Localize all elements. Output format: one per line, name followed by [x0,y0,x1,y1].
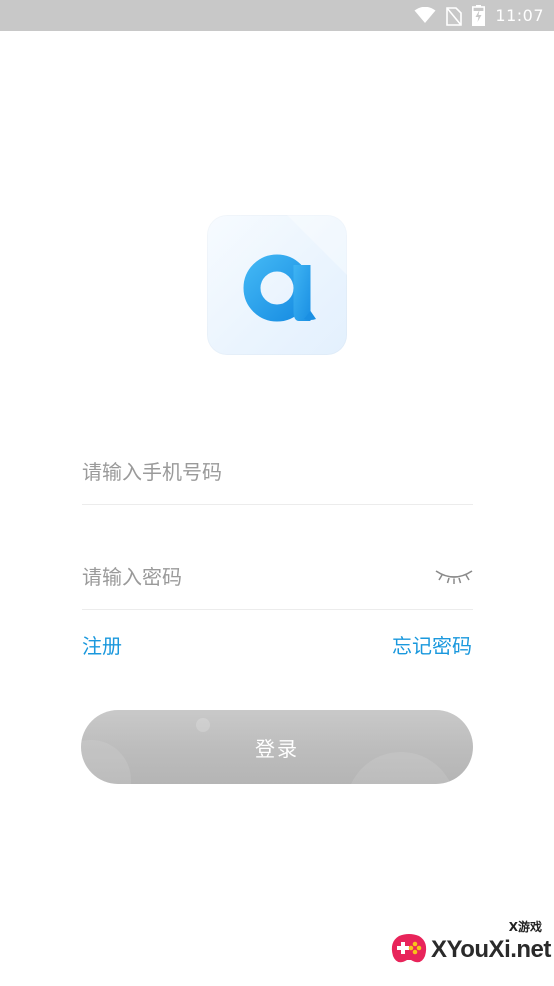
button-decoration [196,718,210,732]
battery-charging-icon [472,5,486,26]
forgot-password-link[interactable]: 忘记密码 [392,630,472,659]
password-field[interactable] [82,545,473,610]
register-link[interactable]: 注册 [82,630,122,659]
watermark-tag: X游戏 [506,918,544,935]
button-decoration [81,740,131,784]
app-logo-a-icon [243,215,347,322]
watermark-text: XYouXi.net [431,936,551,963]
phone-input[interactable] [82,440,412,504]
eye-closed-icon[interactable] [435,563,473,589]
phone-field[interactable] [82,440,473,505]
status-bar: 11:07 [0,0,554,31]
app-logo [207,215,347,355]
status-icons: 11:07 [414,0,544,31]
watermark: XYouXi.net X游戏 [383,918,551,976]
login-button-label: 登录 [255,736,299,761]
button-decoration [346,752,456,784]
login-button[interactable]: 登录 [81,710,473,784]
no-sim-icon [446,6,463,26]
wifi-icon [414,7,436,24]
password-input[interactable] [82,545,412,609]
clock-time: 11:07 [495,6,544,25]
gamepad-logo-icon [391,934,427,963]
